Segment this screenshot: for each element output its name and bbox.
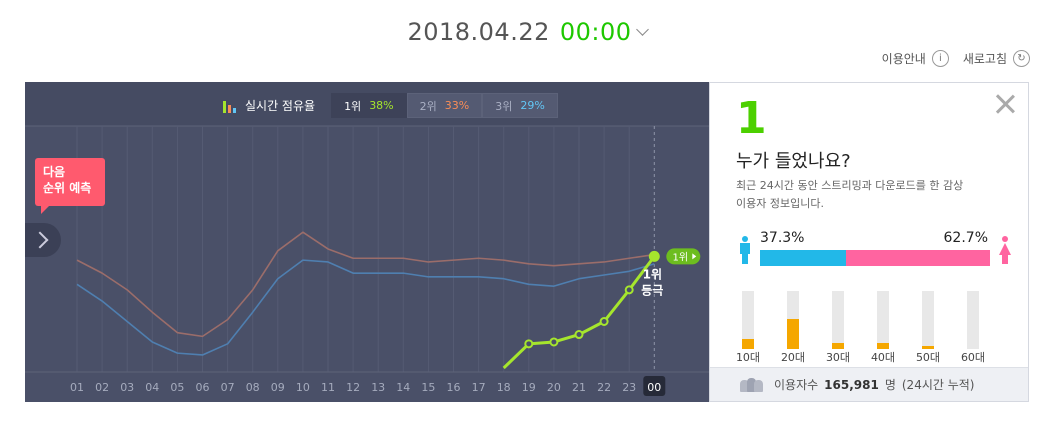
rank-up-label-2: 등극: [641, 283, 663, 297]
rank-pct: 33%: [444, 99, 470, 112]
age-distribution: 10대 20대 30대 40대 50대 60대: [732, 287, 1004, 365]
guide-link[interactable]: 이용안내 i: [882, 50, 949, 67]
chevron-down-icon[interactable]: [635, 23, 649, 36]
date-time-selector[interactable]: 2018.04.22 00:00: [0, 18, 1054, 46]
users-icon: [740, 377, 764, 392]
x-tick-label: 15: [421, 381, 435, 394]
gender-ratio: 37.3% 62.7%: [740, 230, 1011, 270]
users-label: 이용자수: [774, 378, 819, 392]
data-point: [574, 330, 584, 340]
x-tick-label: 02: [95, 381, 109, 394]
data-point: [599, 317, 609, 326]
age-bar: [967, 291, 979, 349]
male-icon: [740, 236, 750, 264]
x-tick-label: 09: [271, 381, 285, 394]
age-bar-fill: [742, 338, 754, 349]
x-tick-label: 16: [447, 381, 461, 394]
bar-chart-icon: [223, 99, 237, 113]
data-point: [624, 285, 634, 295]
male-bar: [760, 250, 846, 266]
age-label: 30대: [825, 351, 851, 364]
line-chart: 01 02 03 04 05 06 07 08 09 10 11 12 13 14 15 16 17 18 19 20…: [25, 82, 709, 396]
female-bar: [845, 250, 990, 266]
rank-label: 2위: [419, 99, 437, 113]
rank-up-label-1: 1위: [643, 267, 662, 281]
x-tick-label: 12: [346, 381, 360, 394]
x-tick-label: 21: [572, 381, 586, 394]
users-note: (24시간 누적): [901, 378, 975, 392]
rank-badge-label: 1위: [673, 250, 689, 263]
x-tick-label: 05: [170, 381, 184, 394]
x-tick-label: 13: [371, 381, 385, 394]
male-pct: 37.3%: [760, 230, 805, 246]
guide-label: 이용안내: [881, 52, 926, 66]
info-description: 최근 24시간 동안 스트리밍과 다운로드를 한 감상 이용자 정보입니다.: [736, 179, 964, 210]
female-icon: [999, 236, 1011, 264]
age-bar-fill: [787, 318, 799, 349]
legend-rank-2[interactable]: 2위 33%: [406, 93, 483, 118]
data-point: [648, 250, 660, 262]
data-point: [549, 337, 559, 347]
age-bar: [922, 291, 934, 349]
x-tick-label: 11: [321, 381, 335, 394]
x-tick-label: 04: [145, 381, 159, 394]
x-tick-label: 19: [522, 381, 536, 394]
legend-rank-1[interactable]: 1위 38%: [331, 93, 407, 118]
age-bar: [877, 291, 889, 349]
chevron-right-icon[interactable]: [25, 223, 61, 257]
age-label: 60대: [960, 351, 986, 364]
legend-title: 실시간 점유율: [245, 99, 316, 113]
age-bar: [742, 291, 754, 349]
users-count: 165,981: [824, 377, 879, 392]
user-count-bar: 이용자수 165,981 명 (24시간 누적): [710, 367, 1028, 401]
refresh-icon: ↻: [1013, 50, 1030, 67]
time-text: 00:00: [559, 18, 632, 46]
age-bar: [832, 291, 844, 349]
listener-info-panel: 1 누가 들었나요? 최근 24시간 동안 스트리밍과 다운로드를 한 감상 이…: [709, 82, 1029, 402]
date-text: 2018.04.22: [407, 18, 550, 46]
x-tick-label: 22: [597, 381, 611, 394]
x-tick-label: 10: [296, 381, 310, 394]
next-rank-predict-button[interactable]: 다음 순위 예측: [35, 158, 105, 214]
x-tick-label: 00: [647, 381, 661, 394]
gender-bar: [760, 250, 990, 266]
age-label: 40대: [870, 351, 896, 364]
legend-rank-3[interactable]: 3위 29%: [482, 93, 558, 118]
series-line-2: [76, 231, 655, 338]
x-tick-label: 03: [120, 381, 134, 394]
rank-number: 1: [736, 93, 767, 144]
rank-label: 1위: [344, 99, 362, 113]
realtime-chart-panel: 01 02 03 04 05 06 07 08 09 10 11 12 13 14 15 16 17 18 19 20…: [25, 82, 709, 402]
top-links: 이용안내 i 새로고침 ↻: [882, 50, 1030, 67]
users-unit: 명: [884, 378, 896, 392]
info-title: 누가 들었나요?: [736, 151, 851, 172]
x-tick-label: 01: [70, 381, 84, 394]
age-bar: [787, 291, 799, 349]
rank-label: 3위: [495, 99, 513, 113]
close-icon[interactable]: [994, 93, 1016, 115]
info-icon: i: [931, 50, 949, 67]
age-label: 50대: [915, 351, 941, 364]
x-tick-label: 18: [497, 381, 511, 394]
rank-pct: 29%: [520, 99, 545, 112]
x-tick-label: 06: [196, 381, 210, 394]
x-tick-label: 14: [396, 381, 410, 394]
age-label: 20대: [780, 351, 806, 364]
x-tick-label: 08: [246, 381, 260, 394]
chart-legend: 실시간 점유율 1위 38% 2위 33% 3위 29%: [223, 93, 558, 118]
refresh-link[interactable]: 새로고침 ↻: [963, 50, 1030, 67]
data-point: [524, 339, 534, 349]
predict-line-1: 다음: [43, 165, 66, 179]
rank-pct: 38%: [369, 99, 394, 112]
predict-line-2: 순위 예측: [43, 181, 92, 195]
x-tick-label: 17: [472, 381, 486, 394]
refresh-label: 새로고침: [962, 52, 1007, 66]
x-tick-label: 20: [547, 381, 561, 394]
female-pct: 62.7%: [943, 230, 988, 246]
x-tick-label: 23: [622, 381, 636, 394]
x-tick-label: 07: [221, 381, 235, 394]
series-line-3: [76, 259, 655, 356]
age-label: 10대: [735, 351, 761, 364]
